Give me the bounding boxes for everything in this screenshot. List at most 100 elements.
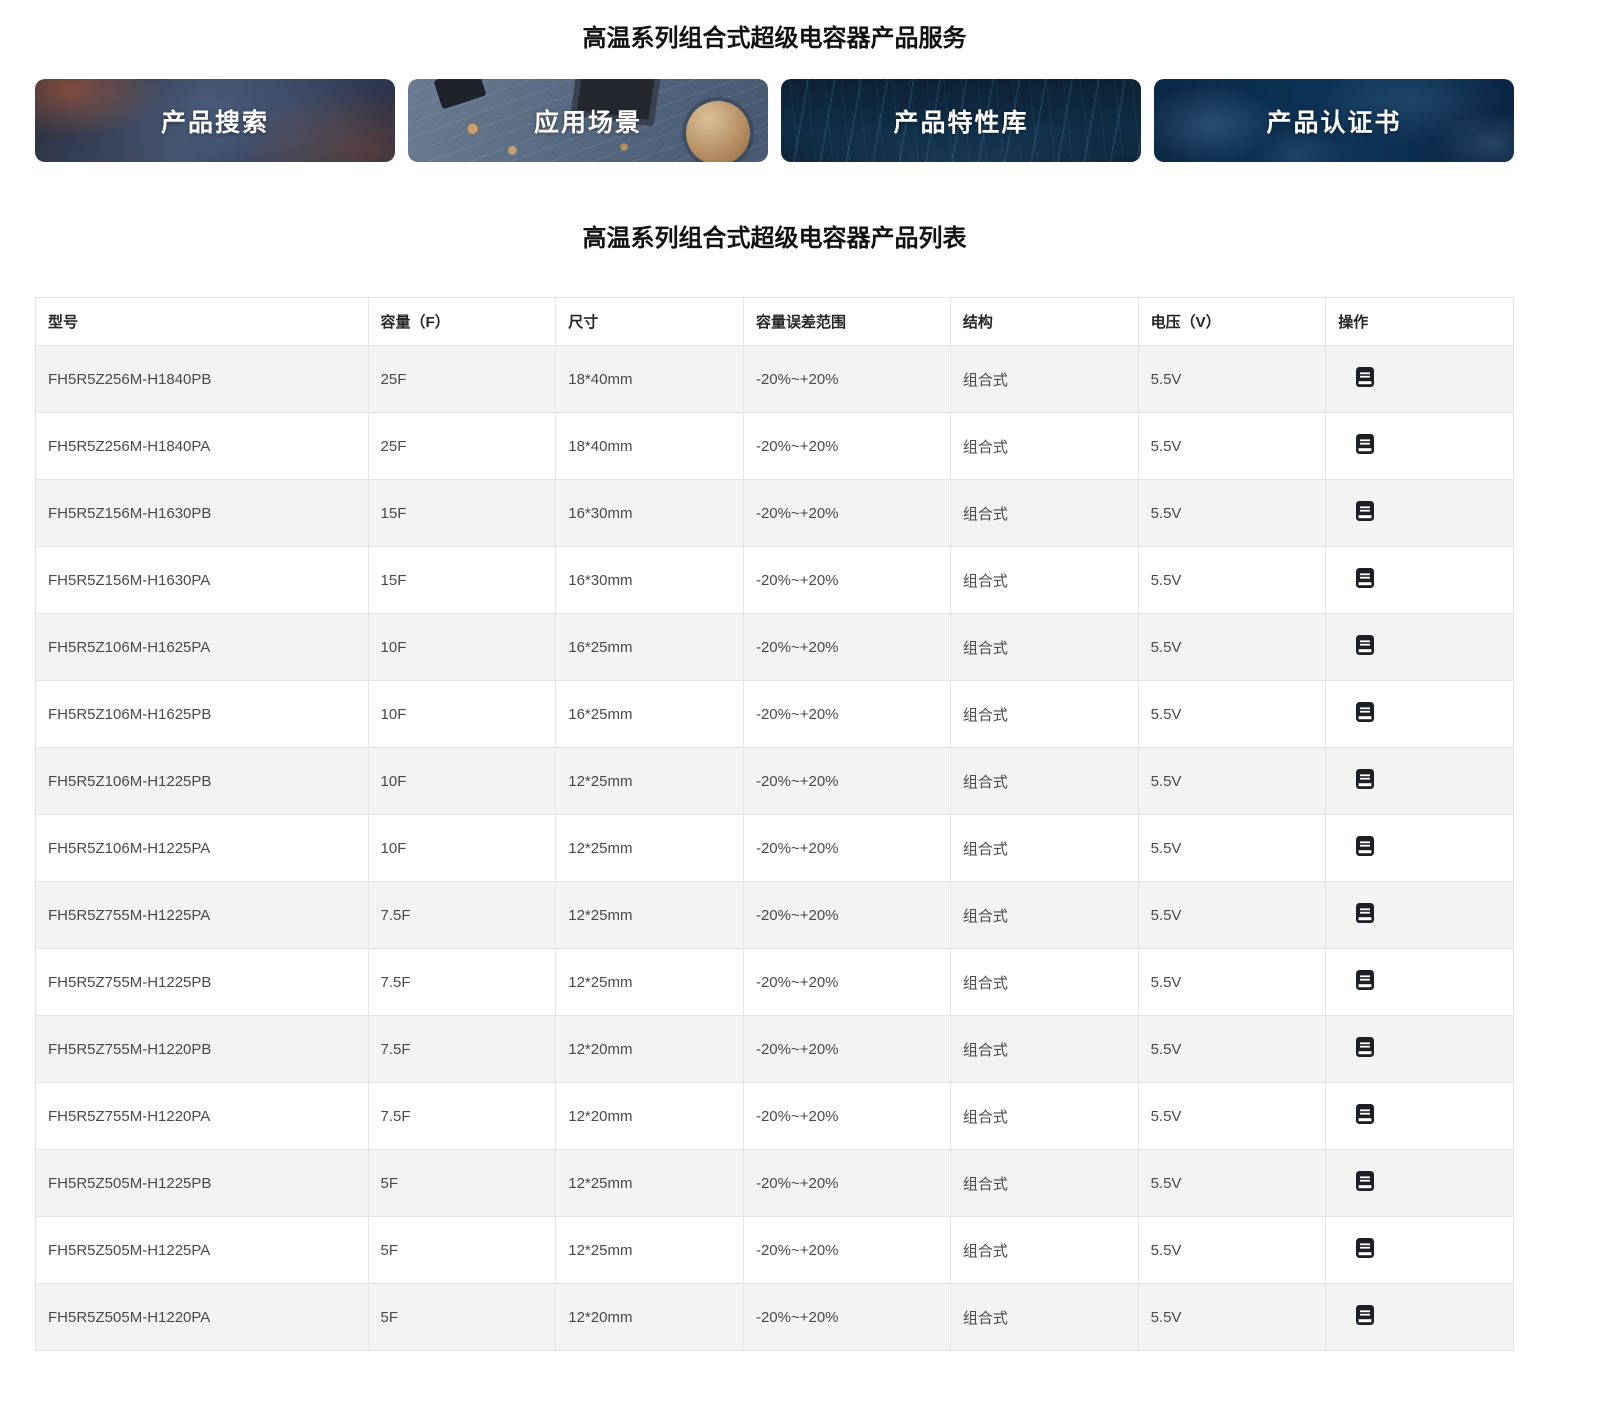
cell-size: 12*20mm bbox=[556, 1284, 744, 1351]
cell-model: FH5R5Z256M-H1840PB bbox=[36, 346, 369, 413]
view-detail-button[interactable] bbox=[1356, 1171, 1374, 1191]
table-row: FH5R5Z755M-H1220PA 7.5F 12*20mm -20%~+20… bbox=[36, 1083, 1514, 1150]
table-row: FH5R5Z755M-H1220PB 7.5F 12*20mm -20%~+20… bbox=[36, 1016, 1514, 1083]
cell-action bbox=[1326, 413, 1514, 480]
cell-action bbox=[1326, 346, 1514, 413]
cell-structure: 组合式 bbox=[950, 681, 1138, 748]
banner-product-search[interactable]: 产品搜索 bbox=[35, 79, 395, 162]
cell-voltage: 5.5V bbox=[1138, 815, 1326, 882]
cell-tolerance: -20%~+20% bbox=[743, 1284, 950, 1351]
page-title: 高温系列组合式超级电容器产品服务 bbox=[35, 0, 1514, 53]
cell-size: 16*30mm bbox=[556, 480, 744, 547]
cell-tolerance: -20%~+20% bbox=[743, 1217, 950, 1284]
view-detail-button[interactable] bbox=[1356, 970, 1374, 990]
document-icon bbox=[1356, 903, 1374, 923]
cell-action bbox=[1326, 614, 1514, 681]
cell-action bbox=[1326, 480, 1514, 547]
cell-capacity: 7.5F bbox=[368, 1083, 556, 1150]
view-detail-button[interactable] bbox=[1356, 635, 1374, 655]
cell-size: 12*25mm bbox=[556, 815, 744, 882]
cell-tolerance: -20%~+20% bbox=[743, 748, 950, 815]
table-row: FH5R5Z156M-H1630PB 15F 16*30mm -20%~+20%… bbox=[36, 480, 1514, 547]
column-header: 电压（V） bbox=[1138, 298, 1326, 346]
cell-voltage: 5.5V bbox=[1138, 1217, 1326, 1284]
cell-tolerance: -20%~+20% bbox=[743, 547, 950, 614]
view-detail-button[interactable] bbox=[1356, 568, 1374, 588]
cell-structure: 组合式 bbox=[950, 547, 1138, 614]
view-detail-button[interactable] bbox=[1356, 434, 1374, 454]
table-row: FH5R5Z156M-H1630PA 15F 16*30mm -20%~+20%… bbox=[36, 547, 1514, 614]
cell-structure: 组合式 bbox=[950, 949, 1138, 1016]
page-container: 高温系列组合式超级电容器产品服务 产品搜索 应用场景 产品特性库 产品认证书 高… bbox=[35, 0, 1514, 1399]
cell-tolerance: -20%~+20% bbox=[743, 480, 950, 547]
cell-tolerance: -20%~+20% bbox=[743, 882, 950, 949]
cell-model: FH5R5Z106M-H1625PA bbox=[36, 614, 369, 681]
view-detail-button[interactable] bbox=[1356, 836, 1374, 856]
circuit-chip-decoration bbox=[433, 79, 486, 109]
view-detail-button[interactable] bbox=[1356, 367, 1374, 387]
view-detail-button[interactable] bbox=[1356, 702, 1374, 722]
table-row: FH5R5Z106M-H1225PA 10F 12*25mm -20%~+20%… bbox=[36, 815, 1514, 882]
document-icon bbox=[1356, 1171, 1374, 1191]
cell-model: FH5R5Z755M-H1220PA bbox=[36, 1083, 369, 1150]
cell-structure: 组合式 bbox=[950, 1217, 1138, 1284]
table-row: FH5R5Z755M-H1225PA 7.5F 12*25mm -20%~+20… bbox=[36, 882, 1514, 949]
cell-size: 12*25mm bbox=[556, 1150, 744, 1217]
document-icon bbox=[1356, 702, 1374, 722]
cell-tolerance: -20%~+20% bbox=[743, 413, 950, 480]
document-icon bbox=[1356, 367, 1374, 387]
cell-action bbox=[1326, 949, 1514, 1016]
view-detail-button[interactable] bbox=[1356, 501, 1374, 521]
document-icon bbox=[1356, 568, 1374, 588]
table-header: 型号容量（F）尺寸容量误差范围结构电压（V）操作 bbox=[36, 298, 1514, 346]
banner-label: 产品搜索 bbox=[161, 103, 269, 139]
view-detail-button[interactable] bbox=[1356, 1305, 1374, 1325]
table-row: FH5R5Z256M-H1840PB 25F 18*40mm -20%~+20%… bbox=[36, 346, 1514, 413]
banner-nav: 产品搜索 应用场景 产品特性库 产品认证书 bbox=[35, 79, 1514, 162]
cell-size: 16*30mm bbox=[556, 547, 744, 614]
cell-capacity: 15F bbox=[368, 480, 556, 547]
cell-voltage: 5.5V bbox=[1138, 346, 1326, 413]
cell-size: 12*20mm bbox=[556, 1083, 744, 1150]
cell-model: FH5R5Z755M-H1225PA bbox=[36, 882, 369, 949]
document-icon bbox=[1356, 970, 1374, 990]
cell-capacity: 10F bbox=[368, 748, 556, 815]
view-detail-button[interactable] bbox=[1356, 1104, 1374, 1124]
column-header: 容量误差范围 bbox=[743, 298, 950, 346]
cell-structure: 组合式 bbox=[950, 1150, 1138, 1217]
cell-capacity: 5F bbox=[368, 1150, 556, 1217]
cell-capacity: 7.5F bbox=[368, 1016, 556, 1083]
cell-action bbox=[1326, 748, 1514, 815]
document-icon bbox=[1356, 501, 1374, 521]
column-header: 型号 bbox=[36, 298, 369, 346]
cell-size: 16*25mm bbox=[556, 614, 744, 681]
cell-tolerance: -20%~+20% bbox=[743, 681, 950, 748]
document-icon bbox=[1356, 434, 1374, 454]
banner-application-scenarios[interactable]: 应用场景 bbox=[408, 79, 768, 162]
banner-product-characteristics[interactable]: 产品特性库 bbox=[781, 79, 1141, 162]
table-row: FH5R5Z505M-H1225PA 5F 12*25mm -20%~+20% … bbox=[36, 1217, 1514, 1284]
view-detail-button[interactable] bbox=[1356, 1238, 1374, 1258]
document-icon bbox=[1356, 836, 1374, 856]
cell-capacity: 10F bbox=[368, 815, 556, 882]
table-row: FH5R5Z106M-H1625PB 10F 16*25mm -20%~+20%… bbox=[36, 681, 1514, 748]
cell-tolerance: -20%~+20% bbox=[743, 1150, 950, 1217]
cell-capacity: 5F bbox=[368, 1284, 556, 1351]
cell-model: FH5R5Z156M-H1630PB bbox=[36, 480, 369, 547]
cell-voltage: 5.5V bbox=[1138, 681, 1326, 748]
view-detail-button[interactable] bbox=[1356, 1037, 1374, 1057]
table-row: FH5R5Z505M-H1220PA 5F 12*20mm -20%~+20% … bbox=[36, 1284, 1514, 1351]
cell-size: 18*40mm bbox=[556, 413, 744, 480]
cell-size: 12*25mm bbox=[556, 1217, 744, 1284]
table-row: FH5R5Z755M-H1225PB 7.5F 12*25mm -20%~+20… bbox=[36, 949, 1514, 1016]
view-detail-button[interactable] bbox=[1356, 769, 1374, 789]
cell-action bbox=[1326, 1217, 1514, 1284]
banner-product-certificates[interactable]: 产品认证书 bbox=[1154, 79, 1514, 162]
cell-tolerance: -20%~+20% bbox=[743, 949, 950, 1016]
view-detail-button[interactable] bbox=[1356, 903, 1374, 923]
table-title: 高温系列组合式超级电容器产品列表 bbox=[35, 218, 1514, 253]
banner-label: 产品特性库 bbox=[893, 103, 1028, 139]
cell-structure: 组合式 bbox=[950, 614, 1138, 681]
cell-voltage: 5.5V bbox=[1138, 1016, 1326, 1083]
cell-model: FH5R5Z156M-H1630PA bbox=[36, 547, 369, 614]
